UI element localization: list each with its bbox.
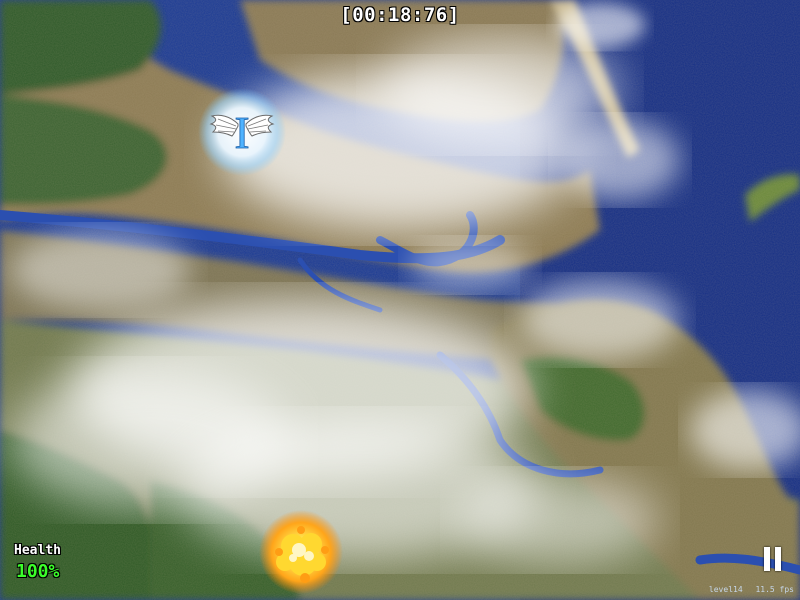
game-viewport[interactable]: I [00:18:76] Health 100% level14 11.5 fp… [0,0,800,600]
pause-button[interactable] [762,547,784,573]
pause-icon [762,547,784,573]
health-label: Health [14,543,61,558]
elapsed-timer: [00:18:76] [340,4,460,26]
satellite-map-background [0,0,800,600]
debug-level: level14 [708,585,743,594]
debug-readout: level14 11.5 fps [701,585,794,594]
debug-fps: 11.5 fps [755,585,794,594]
explosion-icon [259,510,343,594]
health-value: 100% [16,561,60,582]
player-letter: I [234,107,249,158]
player-ship: I [198,88,286,176]
